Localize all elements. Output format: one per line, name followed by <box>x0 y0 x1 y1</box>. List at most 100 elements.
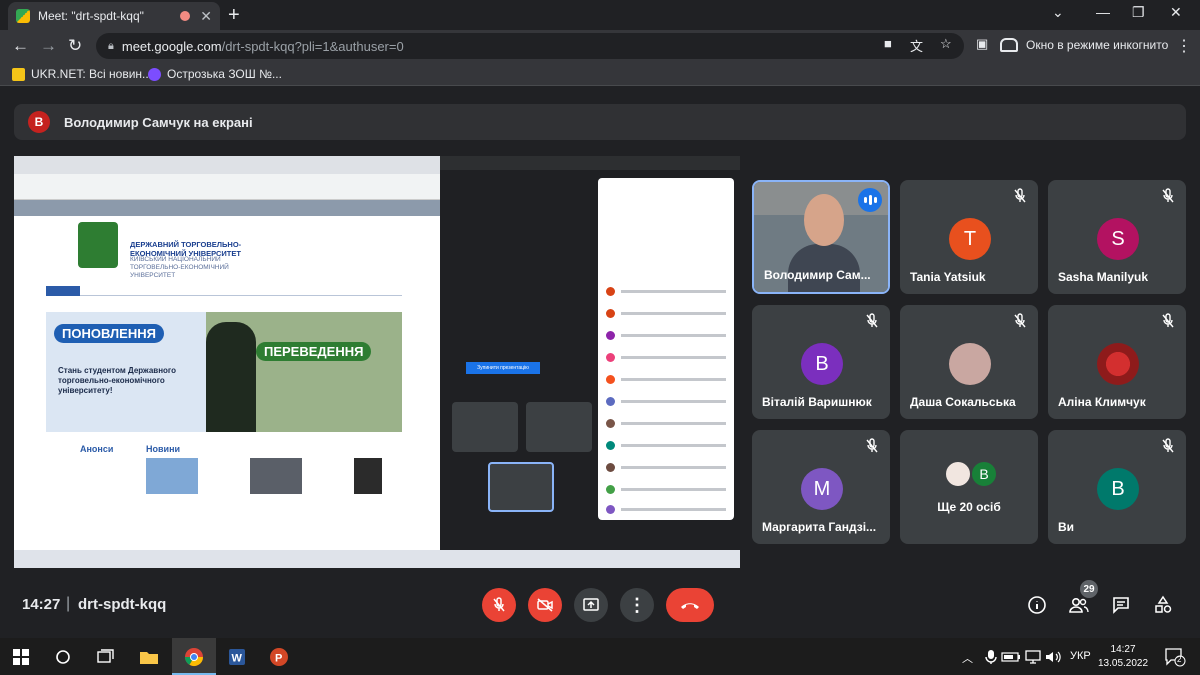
file-explorer-icon[interactable] <box>138 646 160 668</box>
news-thumbnail <box>250 458 302 494</box>
clock-time: 14:27 <box>1110 644 1136 655</box>
shared-taskbar <box>14 550 740 568</box>
browser-tab-meet[interactable]: Meet: "drt-spdt-kqq" ✕ <box>8 2 220 30</box>
side-panel-icon[interactable]: ▣ <box>976 36 988 52</box>
shared-participant-tile <box>526 402 592 452</box>
close-window-button[interactable]: ✕ <box>1170 4 1182 21</box>
tab-search-icon[interactable]: ⌄ <box>1052 4 1064 21</box>
hero-text: Стань студентом Державного торговельно-е… <box>58 366 177 395</box>
word-icon[interactable]: W <box>226 646 248 668</box>
chat-button[interactable] <box>1110 594 1132 616</box>
browser-toolbar: ← → ↻ 🔒︎ meet.google.com/drt-spdt-kqq?pl… <box>0 30 1200 62</box>
windows-start-icon[interactable] <box>10 646 32 668</box>
shared-nav-strip <box>14 200 440 216</box>
participant-name: Маргарита Гандзі... <box>762 520 877 534</box>
more-options-button[interactable]: ⋮ <box>620 588 654 622</box>
participant-name: Sasha Manilyuk <box>1058 270 1149 284</box>
school-favicon-icon <box>148 67 161 81</box>
more-vert-icon: ⋮ <box>628 594 646 615</box>
camera-in-use-icon[interactable]: ■ <box>884 36 892 51</box>
participant-tile[interactable]: T Tania Yatsiuk <box>900 180 1038 294</box>
participant-name: Віталій Варишнюк <box>762 395 872 409</box>
microphone-toggle-button[interactable] <box>482 588 516 622</box>
tray-expand-icon[interactable]: ︿ <box>962 650 973 666</box>
powerpoint-icon[interactable]: P <box>268 646 290 668</box>
bookmark-ostroh-school[interactable]: Острозька ЗОШ №... <box>148 67 282 81</box>
participant-avatar: T <box>949 218 991 260</box>
participant-count-badge: 29 <box>1080 580 1098 598</box>
mic-off-icon <box>1162 188 1174 203</box>
maximize-button[interactable]: ❐ <box>1132 4 1145 21</box>
address-bar[interactable]: 🔒︎ meet.google.com/drt-spdt-kqq?pli=1&au… <box>96 33 964 59</box>
url-host: meet.google.com <box>121 38 222 54</box>
presenter-avatar: В <box>28 111 50 133</box>
minimize-button[interactable]: — <box>1096 4 1110 20</box>
tray-microphone-icon[interactable] <box>980 646 1002 668</box>
university-subtitle: КИЇВСЬКИЙ НАЦІОНАЛЬНИЙ ТОРГОВЕЛЬНО-ЕКОНО… <box>130 256 229 279</box>
url-path: /drt-spdt-kqq?pli=1&authuser=0 <box>221 38 404 54</box>
more-participants-tile[interactable]: В Ще 20 осіб <box>900 430 1038 544</box>
participant-tile[interactable]: Даша Сокальська <box>900 305 1038 419</box>
present-screen-button[interactable] <box>574 588 608 622</box>
back-arrow-icon[interactable]: ← <box>12 36 29 56</box>
people-icon <box>1069 597 1089 613</box>
bookmark-ukrnet[interactable]: UKR.NET: Всі новин... <box>12 67 152 81</box>
hang-up-icon <box>681 603 699 609</box>
participant-tile[interactable]: М Маргарита Гандзі... <box>752 430 890 544</box>
tray-network-icon[interactable] <box>1022 646 1044 668</box>
participant-name: Даша Сокальська <box>910 395 1016 409</box>
shared-menu-active <box>46 286 80 296</box>
browser-menu-icon[interactable]: ⋮ <box>1176 36 1192 56</box>
incognito-indicator[interactable]: Окно в режиме инкогнито <box>1000 38 1168 52</box>
hero-badge-renewal: ПОНОВЛЕННЯ <box>54 324 164 343</box>
bookmark-label: Острозька ЗОШ №... <box>167 67 282 81</box>
forward-arrow-icon[interactable]: → <box>40 36 57 56</box>
chrome-icon[interactable] <box>183 646 205 668</box>
hero-banner: ПОНОВЛЕННЯ ПЕРЕВЕДЕННЯ Стань студентом Д… <box>46 312 402 432</box>
mic-off-icon <box>866 438 878 453</box>
participant-avatar: В <box>970 460 998 488</box>
notification-count: 2 <box>1177 655 1182 664</box>
participant-name: Ви <box>1058 520 1075 534</box>
translate-icon[interactable]: 文 <box>910 36 923 55</box>
search-icon[interactable] <box>52 646 74 668</box>
news-thumbnail <box>354 458 382 494</box>
participant-avatar: М <box>801 468 843 510</box>
task-view-icon[interactable] <box>94 646 116 668</box>
speaking-indicator-icon <box>858 188 882 212</box>
tray-battery-icon[interactable] <box>1000 646 1022 668</box>
hero-person-image <box>206 322 256 432</box>
meeting-time: 14:27 <box>22 596 61 613</box>
participant-avatar: В <box>1097 468 1139 510</box>
tab-title: Meet: "drt-spdt-kqq" <box>38 9 144 23</box>
shared-people-panel <box>598 178 734 520</box>
browser-tab-bar: Meet: "drt-spdt-kqq" ✕ + ⌄ — ❐ ✕ <box>0 0 1200 30</box>
participant-tile-presenter[interactable]: Володимир Сам... <box>752 180 890 294</box>
participant-tile[interactable]: S Sasha Manilyuk <box>1048 180 1186 294</box>
new-tab-button[interactable]: + <box>228 4 240 27</box>
tab-close-icon[interactable]: ✕ <box>200 8 212 25</box>
camera-toggle-button[interactable] <box>528 588 562 622</box>
meeting-separator: | <box>66 595 71 612</box>
incognito-icon <box>1000 38 1018 52</box>
system-clock[interactable]: 14:27 13.05.2022 <box>1098 643 1148 671</box>
meeting-code[interactable]: drt-spdt-kqq <box>78 596 166 613</box>
language-indicator[interactable]: УКР <box>1070 650 1091 662</box>
bookmark-star-icon[interactable]: ☆ <box>940 36 952 52</box>
presenting-text: Володимир Самчук на екрані <box>64 114 253 130</box>
reload-icon[interactable]: ↻ <box>68 36 82 56</box>
news-thumbnail <box>146 458 198 494</box>
leave-call-button[interactable] <box>666 588 714 622</box>
notification-center-icon[interactable]: 2 <box>1164 646 1186 668</box>
participant-tile[interactable]: В Віталій Варишнюк <box>752 305 890 419</box>
participant-tile-self[interactable]: В Ви <box>1048 430 1186 544</box>
activities-button[interactable] <box>1152 594 1174 616</box>
meet-favicon-icon <box>16 9 30 23</box>
mic-off-icon <box>493 597 505 612</box>
participant-avatar-image <box>949 343 991 385</box>
ukrnet-favicon-icon <box>12 67 25 81</box>
participant-tile[interactable]: Аліна Климчук <box>1048 305 1186 419</box>
tray-volume-icon[interactable] <box>1042 646 1064 668</box>
bookmarks-bar: UKR.NET: Всі новин... Острозька ЗОШ №... <box>0 62 1200 86</box>
meeting-details-button[interactable] <box>1026 594 1048 616</box>
